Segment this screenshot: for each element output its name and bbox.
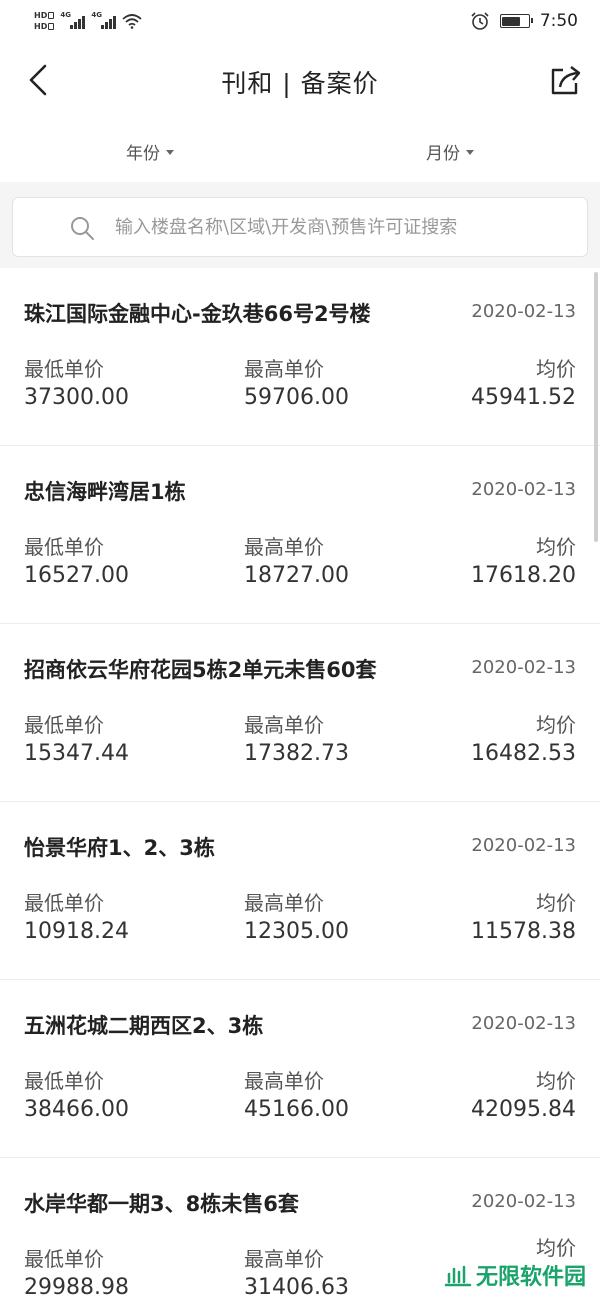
max-price-label: 最高单价 <box>244 1247 324 1271</box>
min-price-value: 15347.44 <box>24 741 129 766</box>
list-item[interactable]: 招商依云华府花园5栋2单元未售60套 2020-02-13 最低单价 最高单价 … <box>0 624 600 802</box>
hd-label-2: HD <box>34 22 48 31</box>
min-price-value: 10918.24 <box>24 919 129 944</box>
page-title: 刊和 | 备案价 <box>221 69 379 98</box>
min-price-label: 最低单价 <box>24 1247 104 1271</box>
signal-label-1: 4G <box>60 11 71 19</box>
year-filter-label: 年份 <box>126 143 160 164</box>
project-name: 忠信海畔湾居1栋 <box>24 480 186 504</box>
avg-price-label: 均价 <box>536 1069 576 1093</box>
avg-price-value: 42095.84 <box>471 1097 576 1122</box>
search-section <box>0 182 600 268</box>
min-price-value: 38466.00 <box>24 1097 129 1122</box>
hd-label-1: HD <box>34 11 48 20</box>
max-price-value: 31406.63 <box>244 1275 349 1300</box>
min-price-value: 16527.00 <box>24 563 129 588</box>
max-price-label: 最高单价 <box>244 535 324 559</box>
share-icon <box>551 66 581 95</box>
search-icon <box>71 217 94 240</box>
share-button[interactable] <box>548 62 584 98</box>
max-price-value: 12305.00 <box>244 919 349 944</box>
project-name: 水岸华都一期3、8栋未售6套 <box>24 1192 299 1216</box>
status-bar: HD HD 4G 4G 7:50 <box>0 0 600 42</box>
alarm-icon <box>471 12 489 30</box>
avg-price-value: 45941.52 <box>471 385 576 410</box>
list-item[interactable]: 忠信海畔湾居1栋 2020-02-13 最低单价 最高单价 均价 16527.0… <box>0 446 600 624</box>
max-price-value: 59706.00 <box>244 385 349 410</box>
record-date: 2020-02-13 <box>471 479 576 500</box>
max-price-value: 45166.00 <box>244 1097 349 1122</box>
battery-icon <box>499 14 533 28</box>
year-filter[interactable]: 年份 <box>0 120 300 182</box>
signal-label-2: 4G <box>91 11 102 19</box>
record-date: 2020-02-13 <box>471 1191 576 1212</box>
min-price-value: 37300.00 <box>24 385 129 410</box>
avg-price-value: 11578.38 <box>471 919 576 944</box>
list-item[interactable]: 珠江国际金融中心-金玖巷66号2号楼 2020-02-13 最低单价 最高单价 … <box>0 268 600 446</box>
min-price-label: 最低单价 <box>24 535 104 559</box>
record-date: 2020-02-13 <box>471 1013 576 1034</box>
avg-price-label: 均价 <box>536 1236 576 1260</box>
min-price-label: 最低单价 <box>24 357 104 381</box>
scrollbar[interactable] <box>594 272 598 542</box>
min-price-value: 29988.98 <box>24 1275 129 1300</box>
list-item[interactable]: 怡景华府1、2、3栋 2020-02-13 最低单价 最高单价 均价 10918… <box>0 802 600 980</box>
record-date: 2020-02-13 <box>471 301 576 322</box>
max-price-value: 18727.00 <box>244 563 349 588</box>
project-name: 招商依云华府花园5栋2单元未售60套 <box>24 658 377 682</box>
filter-bar: 年份 月份 <box>0 120 600 182</box>
signal-icon-1: 4G <box>60 11 86 29</box>
signal-icon-2: 4G <box>91 11 117 29</box>
wifi-icon <box>122 14 142 29</box>
hd-indicator-1: HD <box>34 11 55 20</box>
status-right: 7:50 <box>470 11 578 31</box>
avg-price-label: 均价 <box>536 891 576 915</box>
avg-price-label: 均价 <box>536 713 576 737</box>
search-input[interactable] <box>115 216 555 238</box>
record-list: 珠江国际金融中心-金玖巷66号2号楼 2020-02-13 最低单价 最高单价 … <box>0 268 600 1301</box>
caret-down-icon <box>166 149 174 155</box>
search-box[interactable] <box>12 197 588 257</box>
watermark-text: 无限软件园 <box>475 1265 586 1290</box>
status-time: 7:50 <box>539 11 578 31</box>
caret-down-icon <box>466 149 474 155</box>
month-filter-label: 月份 <box>426 143 460 164</box>
max-price-label: 最高单价 <box>244 357 324 381</box>
watermark: 无限软件园 <box>443 1259 586 1291</box>
hd-indicators: HD HD <box>34 11 55 31</box>
avg-price-label: 均价 <box>536 357 576 381</box>
avg-price-label: 均价 <box>536 535 576 559</box>
max-price-value: 17382.73 <box>244 741 349 766</box>
min-price-label: 最低单价 <box>24 891 104 915</box>
project-name: 五洲花城二期西区2、3栋 <box>24 1014 264 1038</box>
project-name: 怡景华府1、2、3栋 <box>24 836 215 860</box>
status-left: HD HD 4G 4G <box>34 11 142 31</box>
avg-price-value: 16482.53 <box>471 741 576 766</box>
list-item[interactable]: 五洲花城二期西区2、3栋 2020-02-13 最低单价 最高单价 均价 384… <box>0 980 600 1158</box>
min-price-label: 最低单价 <box>24 1069 104 1093</box>
nav-bar: 刊和 | 备案价 <box>0 42 600 120</box>
project-name: 珠江国际金融中心-金玖巷66号2号楼 <box>24 302 371 326</box>
avg-price-value: 17618.20 <box>471 563 576 588</box>
min-price-label: 最低单价 <box>24 713 104 737</box>
hd-indicator-2: HD <box>34 22 55 31</box>
max-price-label: 最高单价 <box>244 713 324 737</box>
record-date: 2020-02-13 <box>471 835 576 856</box>
month-filter[interactable]: 月份 <box>300 120 600 182</box>
record-date: 2020-02-13 <box>471 657 576 678</box>
max-price-label: 最高单价 <box>244 891 324 915</box>
max-price-label: 最高单价 <box>244 1069 324 1093</box>
watermark-logo-icon <box>444 1265 472 1287</box>
